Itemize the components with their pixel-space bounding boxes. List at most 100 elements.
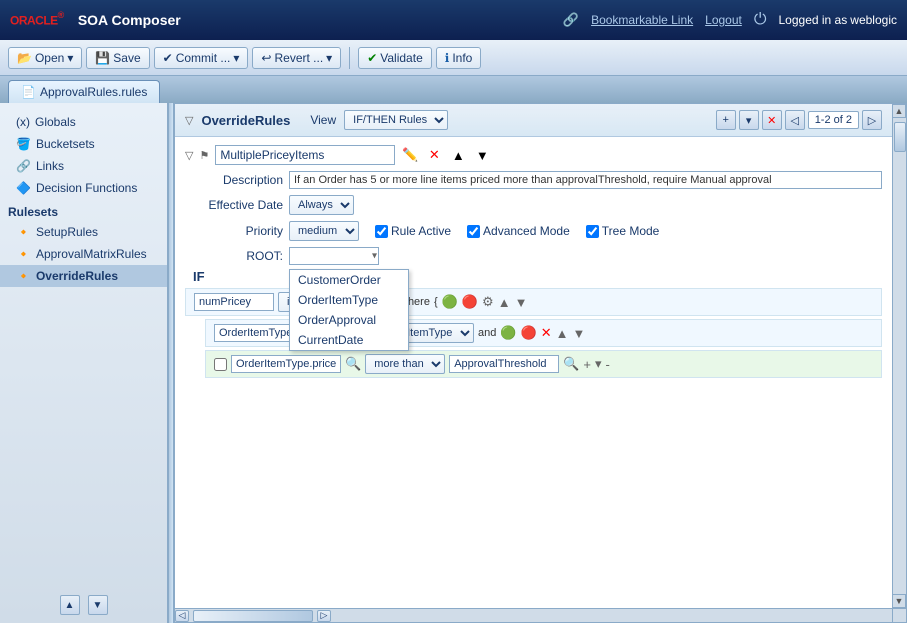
oracle-text: ORACLE [10,14,58,28]
commit-button[interactable]: ✔ Commit ... ▾ [154,47,249,69]
cond-op-3[interactable]: more than [365,354,445,374]
save-icon: 💾 [95,51,110,65]
dropdown-item-current-date[interactable]: CurrentDate [290,330,408,350]
nav-down-icon[interactable]: ▾ [595,356,602,372]
add-rule-btn[interactable]: + [716,110,736,130]
revert-button[interactable]: ↩ Revert ... ▾ [252,47,341,69]
info-button[interactable]: ℹ Info [436,47,482,69]
links-icon: 🔗 [16,159,31,173]
sidebar-item-approval-matrix-rules[interactable]: 🔸 ApprovalMatrixRules [0,243,167,265]
cond-value-3[interactable] [449,355,559,373]
info-icon: ℹ [445,51,450,65]
effective-date-row: Effective Date Always [185,195,882,215]
root-dropdown-menu: CustomerOrder OrderItemType OrderApprova… [289,269,409,351]
rule-active-checkbox-item: Rule Active [375,224,451,238]
sidebar-item-bucketsets[interactable]: 🪣 Bucketsets [0,133,167,155]
scroll-right-arrow[interactable]: ▷ [317,610,331,622]
down-cond-icon-1[interactable]: ▼ [515,295,528,310]
dropdown-item-order-approval[interactable]: OrderApproval [290,310,408,330]
scroll-thumb-horizontal[interactable] [193,610,313,622]
save-button[interactable]: 💾 Save [86,47,149,69]
dropdown-item-order-item-type[interactable]: OrderItemType [290,290,408,310]
rule-expand-icon[interactable]: ▽ [185,149,193,162]
sidebar: (x) Globals 🪣 Bucketsets 🔗 Links 🔷 Decis… [0,103,168,623]
sidebar-item-override-rules[interactable]: 🔸 OverrideRules [0,265,167,287]
add-row-icon[interactable]: + [583,357,591,372]
sidebar-nav: ▲ ▼ [0,591,167,619]
content-area: ▽ OverrideRules View IF/THEN Rules + ▾ ✕… [174,103,907,623]
open-button[interactable]: 📂 Open ▾ [8,47,82,69]
delete-row-icon[interactable]: - [606,357,610,372]
rule-name-input[interactable] [215,145,395,165]
up-cond-icon-1[interactable]: ▲ [498,295,511,310]
open-dropdown-icon: ▾ [67,51,73,65]
validate-icon: ✔ [367,51,377,65]
sidebar-nav-down[interactable]: ▼ [88,595,108,615]
rule-options-btn[interactable]: ▾ [739,110,759,130]
sidebar-item-setup-rules[interactable]: 🔸 SetupRules [0,221,167,243]
add-cond-icon-2[interactable]: 🟢 [500,325,516,341]
effective-date-select[interactable]: Always [289,195,354,215]
scroll-left-arrow[interactable]: ◁ [175,610,189,622]
dropdown-item-customer-order[interactable]: CustomerOrder [290,270,408,290]
open-brace: { [434,296,438,308]
prev-page-btn[interactable]: ◁ [785,110,805,130]
bookmarkable-link[interactable]: Bookmarkable Link [591,13,693,27]
tree-mode-checkbox-item: Tree Mode [586,224,660,238]
root-label: ROOT: [193,249,283,263]
logout-link[interactable]: Logout [705,13,742,27]
rule-up-icon[interactable]: ▲ [449,146,467,164]
sidebar-item-decision-functions[interactable]: 🔷 Decision Functions [0,177,167,199]
toolbar: 📂 Open ▾ 💾 Save ✔ Commit ... ▾ ↩ Revert … [0,40,907,76]
advanced-mode-checkbox-item: Advanced Mode [467,224,570,238]
effective-date-label: Effective Date [193,198,283,212]
description-input[interactable] [289,171,882,189]
scrollbar-vertical[interactable]: ▲ ▼ [892,104,906,622]
root-input[interactable] [289,247,379,265]
cond-field-3[interactable] [231,355,341,373]
sidebar-nav-up[interactable]: ▲ [60,595,80,615]
up-cond-icon-2[interactable]: ▲ [556,326,569,341]
search-value-icon-3[interactable]: 🔍 [563,356,579,372]
collapse-icon[interactable]: ▽ [185,114,193,127]
app-title: SOA Composer [78,12,181,28]
sidebar-item-links[interactable]: 🔗 Links [0,155,167,177]
open-icon: 📂 [17,51,32,65]
next-page-btn[interactable]: ▷ [862,110,882,130]
rule-edit-icon[interactable]: ✏️ [401,146,419,164]
priority-select[interactable]: medium [289,221,359,241]
remove-cond-icon-1[interactable]: 🔴 [462,294,478,310]
root-select-wrapper: ▾ CustomerOrder OrderItemType OrderAppro… [289,247,379,265]
tree-mode-checkbox[interactable] [586,225,599,238]
cond-field-1[interactable] [194,293,274,311]
down-cond-icon-2[interactable]: ▼ [573,326,586,341]
rule-active-checkbox[interactable] [375,225,388,238]
main-layout: (x) Globals 🪣 Bucketsets 🔗 Links 🔷 Decis… [0,103,907,623]
description-label: Description [193,173,283,187]
gear-cond-icon-1[interactable]: ⚙ [482,294,494,310]
remove-cond-icon-2[interactable]: 🔴 [521,325,537,341]
page-indicator: 1-2 of 2 [808,111,859,129]
scroll-up-arrow[interactable]: ▲ [892,104,906,118]
tab-bar: 📄 ApprovalRules.rules [0,76,907,103]
rule-delete-icon[interactable]: ✕ [425,146,443,164]
search-cond-icon-3[interactable]: 🔍 [345,356,361,372]
validate-button[interactable]: ✔ Validate [358,47,432,69]
scroll-thumb-vertical[interactable] [894,122,906,152]
commit-dropdown-icon: ▾ [233,51,239,65]
delete-cond-icon-2[interactable]: ✕ [541,325,552,341]
cond-checkbox-3[interactable] [214,358,227,371]
sidebar-item-globals[interactable]: (x) Globals [0,111,167,133]
approval-rules-tab[interactable]: 📄 ApprovalRules.rules [8,80,160,103]
revert-icon: ↩ [261,51,271,65]
add-cond-icon-1[interactable]: 🟢 [442,294,458,310]
priority-label: Priority [193,224,283,238]
rule-block: ▽ ⚑ ✏️ ✕ ▲ ▼ Description [175,137,892,389]
view-select[interactable]: IF/THEN Rules [344,110,448,130]
scroll-down-arrow[interactable]: ▼ [892,594,906,608]
advanced-mode-checkbox[interactable] [467,225,480,238]
rule-down-icon[interactable]: ▼ [473,146,491,164]
commit-icon: ✔ [163,51,173,65]
delete-rule-btn[interactable]: ✕ [762,110,782,130]
scrollbar-horizontal[interactable]: ◁ ▷ [175,608,892,622]
